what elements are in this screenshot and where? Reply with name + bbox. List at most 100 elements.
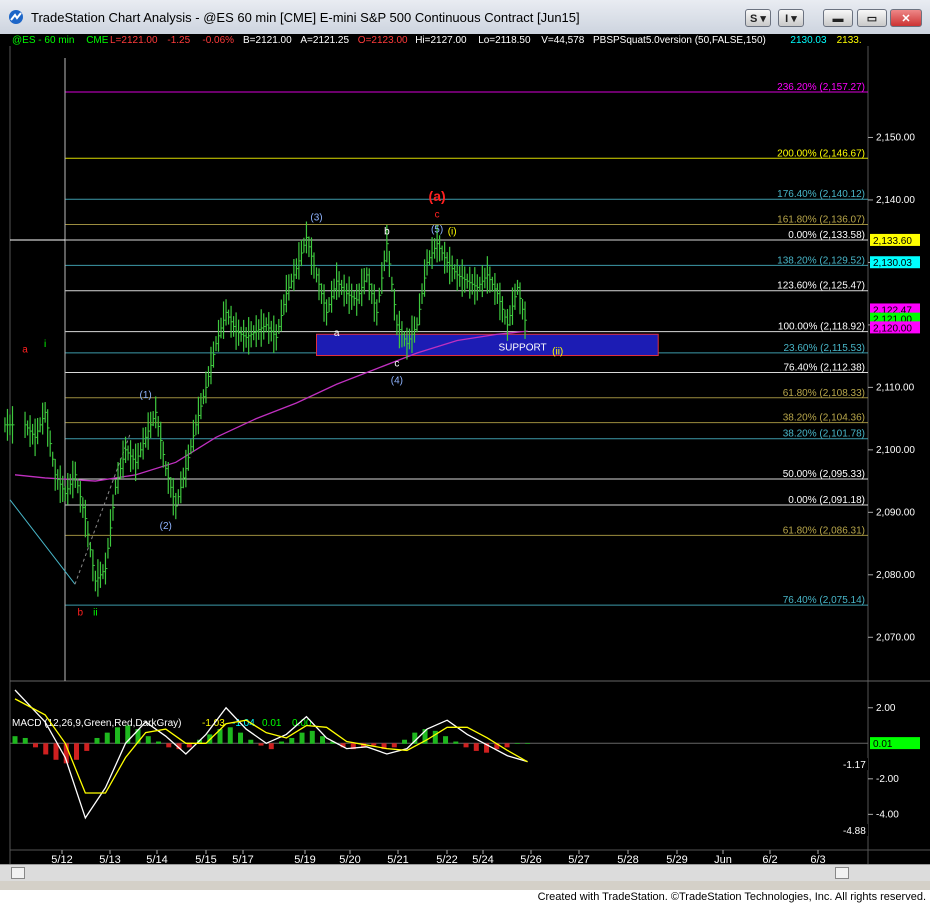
wave-label-15: ii [93, 607, 97, 618]
macd-histogram-bar [309, 730, 315, 744]
macd-histogram-bar [402, 739, 408, 744]
y-tick-label-7: 2,080.00 [876, 570, 915, 581]
macd-histogram-bar [115, 727, 121, 744]
maximize-button[interactable]: ▭ [857, 9, 887, 27]
fib-label-9: 76.40% (2,112.38) [783, 362, 865, 373]
macd-histogram-bar [391, 743, 397, 748]
wave-label-8: (4) [391, 376, 403, 387]
macd-histogram-bar [289, 737, 295, 744]
chart-window: TradeStation Chart Analysis - @ES 60 min… [0, 0, 930, 890]
wave-label-1: c [435, 209, 440, 220]
wave-label-10: (1) [140, 390, 152, 401]
macd-histogram-bar [33, 743, 39, 748]
macd-histogram-bar [145, 736, 151, 744]
footer-credit: Created with TradeStation. ©TradeStation… [0, 890, 930, 904]
indicator-link-button[interactable]: I ▾ [778, 9, 804, 27]
status-field-1: CME [86, 35, 109, 46]
minimize-button[interactable]: ▬ [823, 9, 853, 27]
fib-label-6: 123.60% (2,125.47) [777, 281, 865, 292]
price-tag-label-1: 2,130.03 [873, 258, 912, 269]
fib-label-4: 0.00% (2,133.58) [788, 230, 865, 241]
y-tick-label-5: 2,100.00 [876, 445, 915, 456]
fib-label-3: 161.80% (2,136.07) [777, 214, 865, 225]
fib-label-5: 138.20% (2,129.52) [777, 255, 865, 266]
tradestation-logo-icon [9, 10, 23, 24]
macd-histogram-bar [94, 737, 100, 744]
macd-tag-label-2: -4.88 [843, 826, 866, 837]
y-tick-label-8: 2,070.00 [876, 632, 915, 643]
status-field-8: Hi=2127.00 [415, 35, 467, 46]
macd-histogram-bar [320, 736, 326, 744]
status-field-5: B=2121.00 [243, 35, 292, 46]
macd-tag-label-1: 0.01 [873, 739, 893, 750]
macd-header-value-2: 0.01 [262, 718, 282, 729]
fib-label-0: 236.20% (2,157.27) [777, 82, 865, 93]
macd-title: MACD (12,26,9,Green,Red,DarkGray) [12, 718, 182, 729]
macd-histogram-bar [43, 743, 49, 755]
fib-label-1: 200.00% (2,146.67) [777, 148, 865, 159]
minimize-icon: ▬ [832, 13, 844, 25]
macd-histogram-bar [156, 741, 162, 744]
fib-label-16: 76.40% (2,075.14) [783, 595, 865, 606]
wave-label-2: (3) [310, 213, 322, 224]
macd-y-tick-label-2: -4.00 [876, 809, 899, 820]
macd-histogram-bar [104, 732, 110, 744]
macd-histogram-bar [12, 736, 18, 744]
price-tag-label-4: 2,120.00 [873, 323, 912, 334]
window-title: TradeStation Chart Analysis - @ES 60 min… [31, 10, 580, 25]
title-bar[interactable]: TradeStation Chart Analysis - @ES 60 min… [0, 0, 930, 35]
wave-label-11: (2) [160, 521, 172, 532]
macd-histogram-bar [227, 727, 233, 744]
macd-histogram-bar [453, 741, 459, 744]
y-tick-label-1: 2,140.00 [876, 195, 915, 206]
fib-label-13: 50.00% (2,095.33) [783, 469, 865, 480]
wave-label-0: (a) [429, 188, 446, 204]
maximize-icon: ▭ [866, 13, 878, 25]
symbol-link-label: S [750, 13, 758, 25]
status-field-7: O=2123.00 [358, 35, 408, 46]
macd-histogram-bar [504, 743, 510, 748]
indicator-link-label: I [785, 13, 789, 25]
macd-histogram-bar [248, 739, 254, 744]
fib-label-12: 38.20% (2,101.78) [783, 429, 865, 440]
macd-y-tick-label-0: 2.00 [876, 703, 896, 714]
fib-label-8: 23.60% (2,115.53) [783, 343, 865, 354]
fib-label-15: 61.80% (2,086.31) [783, 525, 865, 536]
fib-label-10: 61.80% (2,108.33) [783, 388, 865, 399]
horizontal-scrollbar[interactable] [0, 864, 930, 881]
fib-label-7: 100.00% (2,118.92) [778, 322, 865, 333]
wave-label-7: c [394, 359, 399, 370]
fib-label-2: 176.40% (2,140.12) [777, 189, 865, 200]
macd-histogram-bar [299, 732, 305, 744]
support-label: SUPPORT [499, 343, 547, 354]
macd-histogram-bar [268, 743, 274, 750]
fib-label-11: 38.20% (2,104.36) [783, 413, 865, 424]
macd-histogram-bar [463, 743, 469, 748]
wave-label-12: i [44, 339, 46, 350]
macd-tag-label-0: -1.17 [843, 760, 866, 771]
status-field-2: L=2121.00 [110, 35, 158, 46]
close-button[interactable]: ✕ [890, 9, 922, 27]
scroll-left-icon[interactable] [11, 867, 25, 879]
macd-histogram-bar [279, 741, 285, 744]
status-field-13: 2133. [837, 35, 862, 46]
wave-label-5: (i) [448, 226, 457, 237]
scroll-thumb[interactable] [835, 867, 849, 879]
fib-label-14: 0.00% (2,091.18) [788, 495, 865, 506]
chart-area[interactable]: @ES - 60 min CME L=2121.00 -1.25 -0.06% B=212… [0, 34, 930, 876]
status-field-6: A=2121.25 [300, 35, 349, 46]
status-field-4: -0.06% [202, 35, 234, 46]
wave-label-9: (ii) [552, 346, 563, 357]
symbol-link-button[interactable]: S ▾ [745, 9, 771, 27]
status-field-11: PBSPSquat5.0version (50,FALSE,150) [593, 35, 766, 46]
y-tick-label-4: 2,110.00 [876, 382, 915, 393]
macd-histogram-bar [238, 732, 244, 744]
macd-histogram-bar [22, 737, 28, 744]
macd-y-tick-label-1: -2.00 [876, 774, 899, 785]
macd-histogram-bar [166, 743, 172, 748]
wave-label-3: b [384, 226, 390, 237]
macd-histogram-bar [525, 743, 531, 744]
macd-histogram-bar [53, 743, 59, 760]
macd-histogram-bar [514, 743, 520, 744]
macd-histogram-bar [258, 743, 264, 746]
